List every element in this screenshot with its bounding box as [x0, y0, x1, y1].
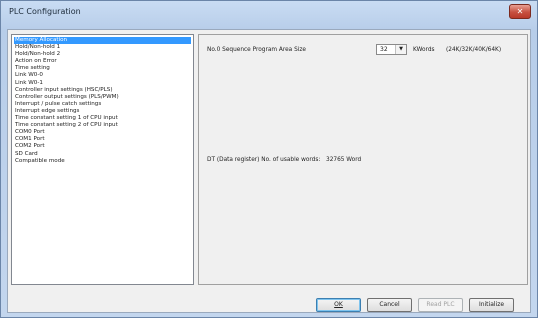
category-item-compatible-mode[interactable]: Compatible mode	[14, 158, 193, 165]
dt-usable-words-value: 32765 Word	[326, 157, 362, 163]
initialize-button[interactable]: Initialize	[469, 298, 514, 312]
initialize-label: Initialize	[478, 301, 505, 308]
program-area-size-select[interactable]: 32 ▼	[376, 44, 407, 55]
window-title: PLC Configuration	[9, 7, 81, 16]
kwords-unit-label: KWords	[413, 47, 435, 53]
cancel-label: Cancel	[379, 301, 400, 308]
category-item-memory-allocation[interactable]: Memory Allocation	[14, 37, 191, 45]
dialog-client-area: Memory Allocation Hold/Non-hold 1 Hold/N…	[7, 29, 531, 313]
category-item-hold-nonhold-1[interactable]: Hold/Non-hold 1	[14, 44, 193, 51]
ok-label: OK	[334, 301, 343, 308]
category-item-com1-port[interactable]: COM1 Port	[14, 136, 193, 143]
category-item-interrupt-pulse-catch[interactable]: Interrupt / pulse catch settings	[14, 101, 193, 108]
plc-configuration-dialog: PLC Configuration ✕ Memory Allocation Ho…	[0, 0, 538, 318]
category-item-link-w0-0[interactable]: Link W0-0	[14, 72, 193, 79]
category-item-link-w0-1[interactable]: Link W0-1	[14, 80, 193, 87]
settings-panel: No.0 Sequence Program Area Size 32 ▼ KWo…	[198, 34, 528, 285]
program-area-size-label: No.0 Sequence Program Area Size	[207, 47, 306, 53]
title-bar[interactable]: PLC Configuration ✕	[1, 1, 537, 31]
close-icon: ✕	[516, 7, 524, 16]
ok-button[interactable]: OK	[316, 298, 361, 312]
category-item-time-setting[interactable]: Time setting	[14, 65, 193, 72]
read-plc-label: Read PLC	[426, 301, 455, 308]
category-item-hold-nonhold-2[interactable]: Hold/Non-hold 2	[14, 51, 193, 58]
close-button[interactable]: ✕	[509, 4, 531, 19]
category-item-com2-port[interactable]: COM2 Port	[14, 143, 193, 150]
category-item-sd-card[interactable]: SD Card	[14, 151, 193, 158]
category-item-interrupt-edge[interactable]: Interrupt edge settings	[14, 108, 193, 115]
category-item-time-constant-2[interactable]: Time constant setting 2 of CPU input	[14, 122, 193, 129]
read-plc-button[interactable]: Read PLC	[418, 298, 463, 312]
category-item-com0-port[interactable]: COM0 Port	[14, 129, 193, 136]
chevron-down-icon[interactable]: ▼	[395, 45, 406, 54]
category-item-time-constant-1[interactable]: Time constant setting 1 of CPU input	[14, 115, 193, 122]
cancel-button[interactable]: Cancel	[367, 298, 412, 312]
program-area-options-hint: (24K/32K/40K/64K)	[446, 47, 502, 53]
category-list[interactable]: Memory Allocation Hold/Non-hold 1 Hold/N…	[11, 34, 194, 285]
category-item-controller-output-settings[interactable]: Controller output settings (PLS/PWM)	[14, 94, 193, 101]
category-item-controller-input-settings[interactable]: Controller input settings (HSC/PLS)	[14, 87, 193, 94]
dt-usable-words-label: DT (Data register) No. of usable words:	[207, 157, 321, 163]
program-area-size-value: 32	[380, 46, 388, 53]
category-item-action-on-error[interactable]: Action on Error	[14, 58, 193, 65]
